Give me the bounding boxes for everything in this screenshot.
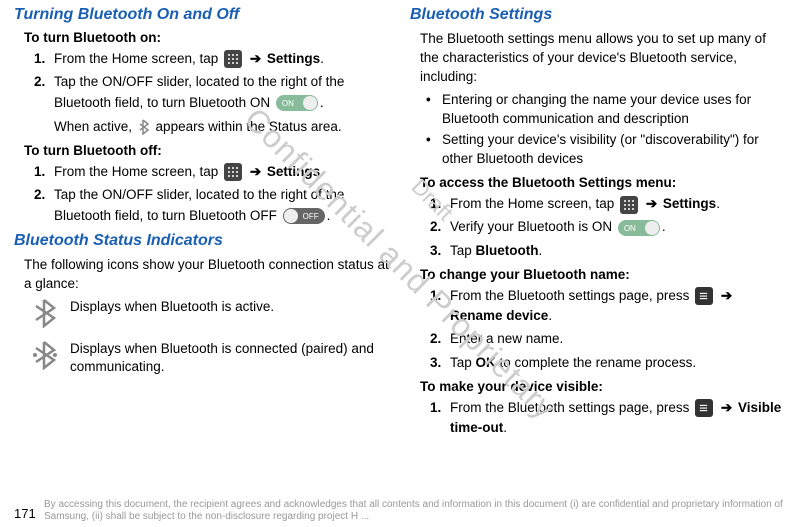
section-title-bt-settings: Bluetooth Settings xyxy=(410,6,786,24)
access-title: To access the Bluetooth Settings menu: xyxy=(410,175,786,190)
step-text: From the Bluetooth settings page, press xyxy=(450,288,693,303)
arrow-icon: ➔ xyxy=(721,400,732,415)
turn-off-title: To turn Bluetooth off: xyxy=(14,143,390,158)
list-item: 1. From the Home screen, tap ➔ Settings. xyxy=(34,49,390,69)
settings-bullets: • Entering or changing the name your devi… xyxy=(410,91,786,170)
toggle-off-icon xyxy=(283,208,325,224)
step-text: From the Bluetooth settings page, press xyxy=(450,400,693,415)
period: . xyxy=(503,420,507,435)
period: . xyxy=(662,219,666,234)
period: . xyxy=(327,208,331,223)
step-text: Enter a new name. xyxy=(450,331,563,346)
list-number: 1. xyxy=(34,49,45,69)
list-number: 2. xyxy=(34,72,45,92)
period: . xyxy=(548,308,552,323)
list-item: 1. From the Home screen, tap ➔ Settings. xyxy=(34,162,390,182)
visible-list: 1. From the Bluetooth settings page, pre… xyxy=(410,398,786,439)
section-title-turning-bt: Turning Bluetooth On and Off xyxy=(14,6,390,24)
bullet-icon: • xyxy=(426,91,431,110)
rename-title: To change your Bluetooth name: xyxy=(410,267,786,282)
apps-icon xyxy=(224,163,242,181)
list-item: 1. From the Home screen, tap ➔ Settings. xyxy=(430,194,786,214)
list-item: 3. Tap Bluetooth. xyxy=(430,241,786,261)
when-active-text: When active, appears within the Status a… xyxy=(54,117,390,137)
step-text: Verify your Bluetooth is ON xyxy=(450,219,616,234)
access-list: 1. From the Home screen, tap ➔ Settings.… xyxy=(410,194,786,261)
status-row-active: Displays when Bluetooth is active. xyxy=(14,298,390,328)
toggle-on-icon xyxy=(276,95,318,111)
step-text: From the Home screen, tap xyxy=(54,51,222,66)
menu-icon xyxy=(695,287,713,305)
status-row-connected: Displays when Bluetooth is connected (pa… xyxy=(14,340,390,378)
rename-label: Rename device xyxy=(450,308,548,323)
step-text: Tap xyxy=(450,243,476,258)
period: . xyxy=(320,164,324,179)
ok-label: OK xyxy=(476,355,496,370)
list-number: 1. xyxy=(430,286,441,306)
section-title-bt-status: Bluetooth Status Indicators xyxy=(14,232,390,250)
suffix-text: to complete the rename process. xyxy=(496,355,696,370)
list-item: 1. From the Bluetooth settings page, pre… xyxy=(430,398,786,439)
apps-icon xyxy=(620,196,638,214)
right-column: Bluetooth Settings The Bluetooth setting… xyxy=(410,6,786,444)
period: . xyxy=(320,51,324,66)
period: . xyxy=(320,95,324,110)
rename-list: 1. From the Bluetooth settings page, pre… xyxy=(410,286,786,373)
turn-off-list: 1. From the Home screen, tap ➔ Settings.… xyxy=(14,162,390,226)
turn-on-title: To turn Bluetooth on: xyxy=(14,30,390,45)
turn-on-list: 1. From the Home screen, tap ➔ Settings.… xyxy=(14,49,390,137)
settings-intro: The Bluetooth settings menu allows you t… xyxy=(410,30,786,87)
list-item: 2. Tap the ON/OFF slider, located to the… xyxy=(34,72,390,137)
bullet-text: Entering or changing the name your devic… xyxy=(442,92,751,126)
disclaimer-text: By accessing this document, the recipien… xyxy=(44,499,786,523)
list-item: 2. Enter a new name. xyxy=(430,329,786,349)
arrow-icon: ➔ xyxy=(250,51,261,66)
bullet-text: Setting your device's visibility (or "di… xyxy=(442,132,759,166)
status-intro: The following icons show your Bluetooth … xyxy=(14,256,390,294)
status-active-desc: Displays when Bluetooth is active. xyxy=(70,298,274,317)
arrow-icon: ➔ xyxy=(721,288,732,303)
left-column: Turning Bluetooth On and Off To turn Blu… xyxy=(14,6,390,444)
bluetooth-active-icon xyxy=(32,298,58,328)
settings-label: Settings xyxy=(267,51,320,66)
list-number: 2. xyxy=(430,329,441,349)
list-number: 3. xyxy=(430,353,441,373)
step-text: Tap xyxy=(450,355,476,370)
list-item: 2. Tap the ON/OFF slider, located to the… xyxy=(34,185,390,226)
settings-label: Settings xyxy=(267,164,320,179)
list-number: 2. xyxy=(430,217,441,237)
list-number: 3. xyxy=(430,241,441,261)
list-item: 1. From the Bluetooth settings page, pre… xyxy=(430,286,786,327)
period: . xyxy=(539,243,543,258)
bluetooth-connected-icon xyxy=(32,340,58,370)
menu-icon xyxy=(695,399,713,417)
page-number: 171 xyxy=(14,506,36,521)
list-number: 1. xyxy=(430,398,441,418)
content-container: Turning Bluetooth On and Off To turn Blu… xyxy=(0,0,800,444)
bullet-icon: • xyxy=(426,131,431,150)
period: . xyxy=(716,196,720,211)
step-text: From the Home screen, tap xyxy=(54,164,222,179)
list-number: 2. xyxy=(34,185,45,205)
visible-title: To make your device visible: xyxy=(410,379,786,394)
bluetooth-label: Bluetooth xyxy=(476,243,539,258)
list-number: 1. xyxy=(430,194,441,214)
settings-label: Settings xyxy=(663,196,716,211)
status-connected-desc: Displays when Bluetooth is connected (pa… xyxy=(70,340,390,378)
list-item: 2. Verify your Bluetooth is ON . xyxy=(430,217,786,237)
list-item: • Entering or changing the name your devi… xyxy=(426,91,786,129)
apps-icon xyxy=(224,50,242,68)
toggle-on-icon xyxy=(618,220,660,236)
step-text: From the Home screen, tap xyxy=(450,196,618,211)
list-item: • Setting your device's visibility (or "d… xyxy=(426,131,786,169)
bluetooth-small-icon xyxy=(136,119,152,135)
list-item: 3. Tap OK to complete the rename process… xyxy=(430,353,786,373)
arrow-icon: ➔ xyxy=(250,164,261,179)
list-number: 1. xyxy=(34,162,45,182)
arrow-icon: ➔ xyxy=(646,196,657,211)
